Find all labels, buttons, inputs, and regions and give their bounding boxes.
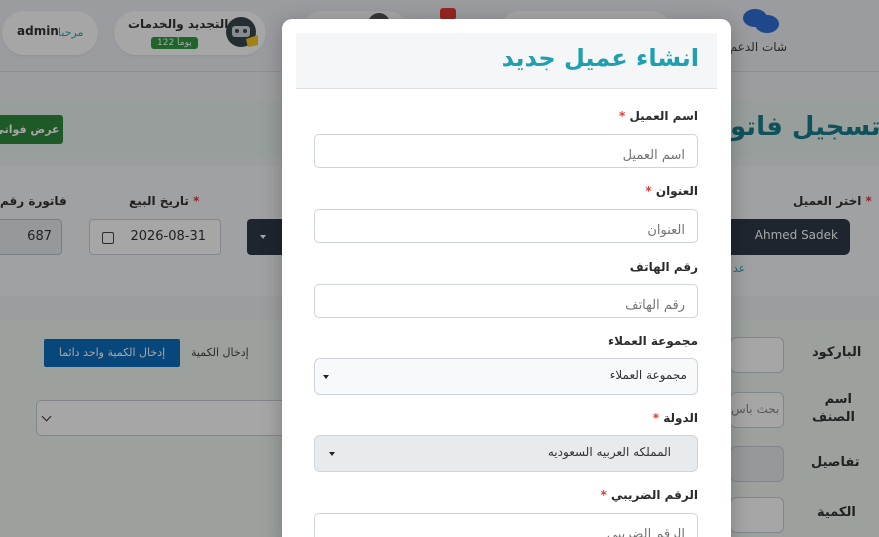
tax-number-input[interactable] <box>314 513 698 537</box>
phone-label: رقم الهاتف <box>629 260 698 274</box>
address-label: * العنوان <box>645 184 698 198</box>
country-value: المملكه العربيه السعوديه <box>547 445 671 459</box>
customer-group-value: مجموعة العملاء <box>609 368 687 382</box>
modal-title: انشاء عميل جديد <box>501 44 699 72</box>
customer-group-select[interactable]: مجموعة العملاء <box>314 358 698 395</box>
country-label: * الدولة <box>652 411 698 425</box>
caret-down-icon <box>329 452 335 456</box>
customer-name-input[interactable] <box>314 134 698 168</box>
customer-name-label: * اسم العميل <box>618 109 698 123</box>
new-customer-modal: انشاء عميل جديد * اسم العميل * العنوان ر… <box>282 19 731 537</box>
country-select[interactable]: المملكه العربيه السعوديه <box>314 435 698 472</box>
address-input[interactable] <box>314 209 698 243</box>
phone-input[interactable] <box>314 284 698 318</box>
caret-down-icon <box>323 375 329 379</box>
customer-group-label: مجموعة العملاء <box>608 334 698 348</box>
modal-header: انشاء عميل جديد <box>296 33 717 89</box>
tax-number-label: * الرقم الضريبي <box>600 488 698 502</box>
